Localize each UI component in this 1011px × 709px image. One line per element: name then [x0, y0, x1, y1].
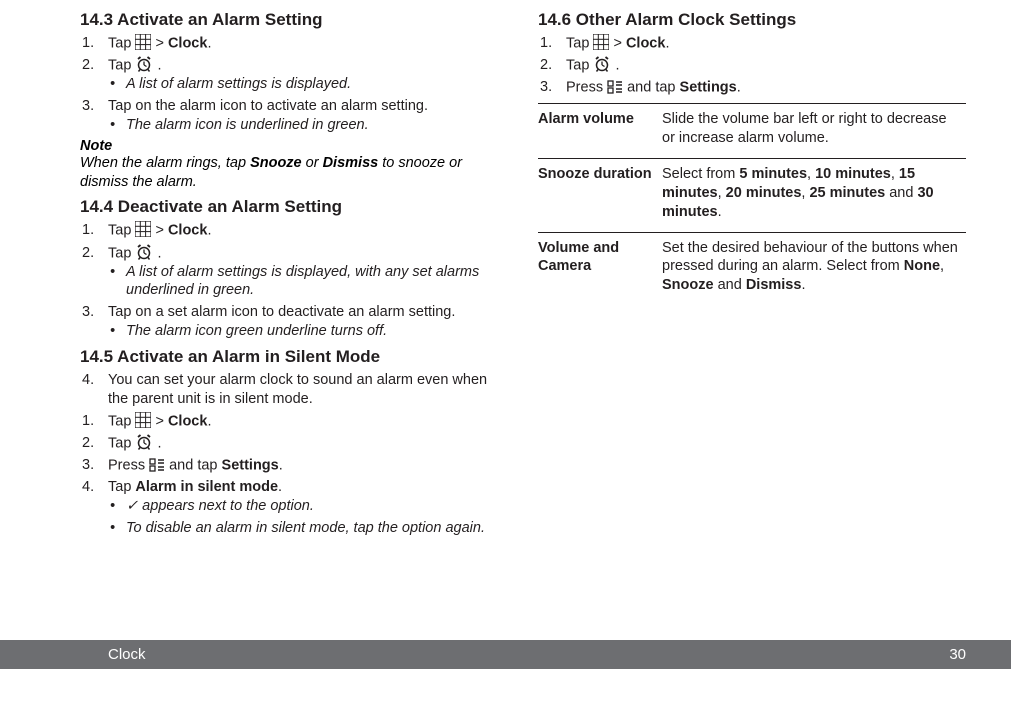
step: Tap . [538, 56, 966, 75]
table-row: Volume and Camera Set the desired behavi… [538, 232, 966, 305]
bullet: A list of alarm settings is displayed, w… [108, 263, 508, 301]
sub-bullets: The alarm icon green underline turns off… [108, 322, 508, 341]
bullet: To disable an alarm in silent mode, tap … [108, 519, 508, 538]
right-column: 14.6 Other Alarm Clock Settings Tap > Cl… [538, 10, 966, 540]
step: Tap on a set alarm icon to deactivate an… [80, 303, 508, 341]
setting-desc: Select from 5 minutes, 10 minutes, 15 mi… [662, 158, 966, 232]
alarm-clock-icon [135, 434, 153, 453]
step: Tap . A list of alarm settings is displa… [80, 56, 508, 94]
step: Tap Alarm in silent mode. ✓ appears next… [80, 478, 508, 538]
sub-bullets: A list of alarm settings is displayed. [108, 75, 508, 94]
step: Tap . A list of alarm settings is displa… [80, 244, 508, 301]
table-row: Alarm volume Slide the volume bar left o… [538, 104, 966, 159]
menu-options-icon [149, 456, 165, 475]
bullet: The alarm icon is underlined in green. [108, 116, 508, 135]
sub-bullets: A list of alarm settings is displayed, w… [108, 263, 508, 301]
step: Tap > Clock. [80, 34, 508, 53]
step: Press and tap Settings. [538, 78, 966, 97]
apps-grid-icon [135, 412, 151, 431]
setting-label: Volume and Camera [538, 232, 662, 305]
apps-grid-icon [593, 34, 609, 53]
sub-bullets: The alarm icon is underlined in green. [108, 116, 508, 135]
apps-grid-icon [135, 221, 151, 240]
bullet: A list of alarm settings is displayed. [108, 75, 508, 94]
section-14-5: 14.5 Activate an Alarm in Silent Mode Yo… [80, 347, 508, 538]
footer-title: Clock [108, 646, 146, 663]
sub-bullets: ✓ appears next to the option. To disable… [108, 497, 508, 538]
heading-14-5: 14.5 Activate an Alarm in Silent Mode [80, 347, 508, 367]
table-row: Snooze duration Select from 5 minutes, 1… [538, 158, 966, 232]
steps-14-5b: Tap > Clock. Tap . Press and tap Setting… [80, 412, 508, 538]
alarm-clock-icon [135, 56, 153, 75]
section-14-4: 14.4 Deactivate an Alarm Setting Tap > C… [80, 197, 508, 341]
settings-table: Alarm volume Slide the volume bar left o… [538, 103, 966, 305]
section-14-3: 14.3 Activate an Alarm Setting Tap > Clo… [80, 10, 508, 191]
page-number: 30 [949, 646, 966, 663]
step: Tap . [80, 434, 508, 453]
steps-14-3: Tap > Clock. Tap . A list of alarm setti… [80, 34, 508, 135]
step: Tap > Clock. [538, 34, 966, 53]
steps-14-5a: You can set your alarm clock to sound an… [80, 371, 508, 409]
note-heading: Note [80, 138, 508, 154]
apps-grid-icon [135, 34, 151, 53]
heading-14-4: 14.4 Deactivate an Alarm Setting [80, 197, 508, 217]
step: Tap on the alarm icon to activate an ala… [80, 97, 508, 135]
step: Press and tap Settings. [80, 456, 508, 475]
steps-14-4: Tap > Clock. Tap . A list of alarm setti… [80, 221, 508, 341]
page-footer: Clock 30 [0, 640, 1011, 669]
setting-desc: Set the desired behaviour of the buttons… [662, 232, 966, 305]
steps-14-6: Tap > Clock. Tap . Press and tap Setting… [538, 34, 966, 97]
heading-14-6: 14.6 Other Alarm Clock Settings [538, 10, 966, 30]
setting-desc: Slide the volume bar left or right to de… [662, 104, 966, 159]
setting-label: Snooze duration [538, 158, 662, 232]
bullet: ✓ appears next to the option. [108, 497, 508, 516]
setting-label: Alarm volume [538, 104, 662, 159]
left-column: 14.3 Activate an Alarm Setting Tap > Clo… [80, 10, 508, 540]
menu-options-icon [607, 78, 623, 97]
alarm-clock-icon [135, 244, 153, 263]
bullet: The alarm icon green underline turns off… [108, 322, 508, 341]
section-14-6: 14.6 Other Alarm Clock Settings Tap > Cl… [538, 10, 966, 305]
step: Tap > Clock. [80, 412, 508, 431]
page-content: 14.3 Activate an Alarm Setting Tap > Clo… [0, 0, 1011, 540]
heading-14-3: 14.3 Activate an Alarm Setting [80, 10, 508, 30]
step: Tap > Clock. [80, 221, 508, 240]
step: You can set your alarm clock to sound an… [80, 371, 508, 409]
alarm-clock-icon [593, 56, 611, 75]
note-body: When the alarm rings, tap Snooze or Dism… [80, 154, 508, 192]
